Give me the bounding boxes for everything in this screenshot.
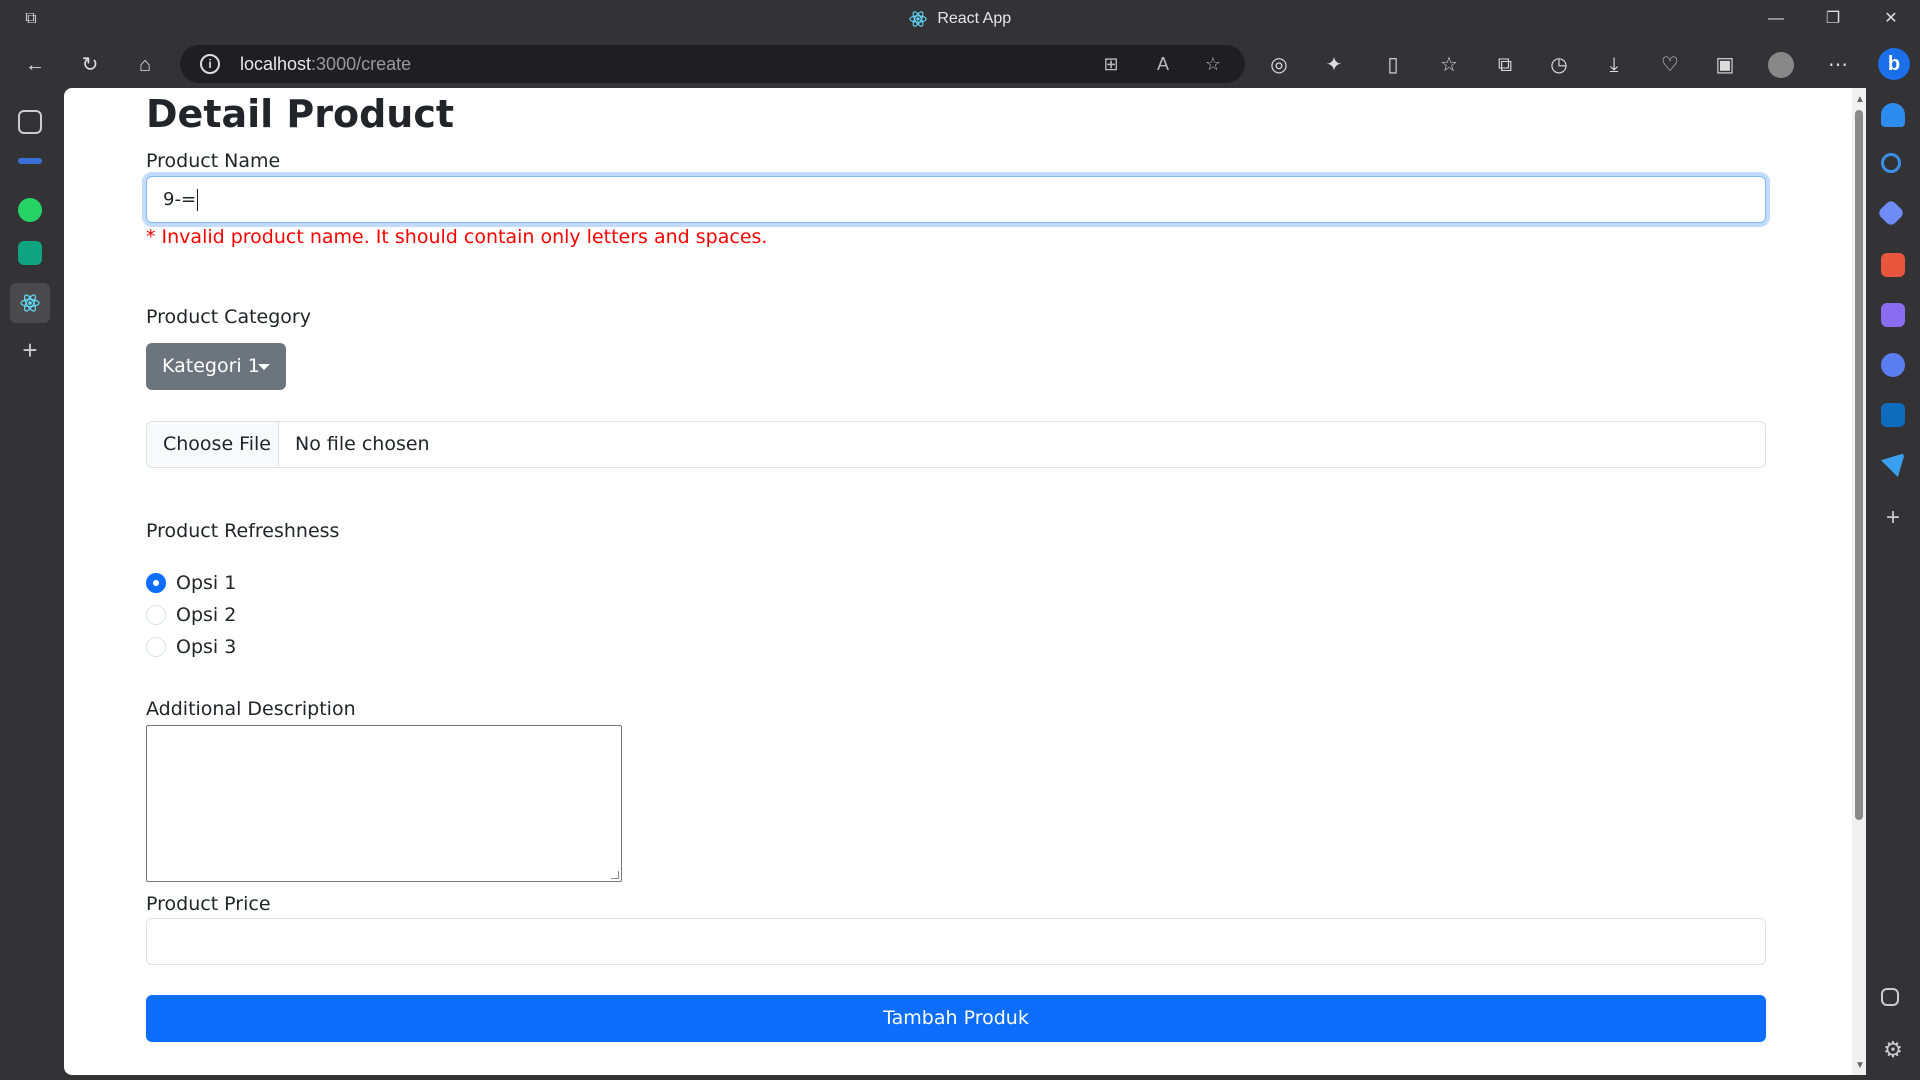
favorites-icon[interactable]: ☆ [1436,52,1462,78]
apps-icon[interactable]: ⊞ [1100,53,1122,75]
history-icon[interactable]: ◷ [1546,52,1572,78]
toolbox-icon[interactable] [1881,253,1905,277]
caret-down-icon [258,364,270,370]
tag-icon[interactable] [1876,198,1906,228]
product-name-error: * Invalid product name. It should contai… [146,226,768,248]
vertical-tabs: + [0,88,64,1080]
tab-actions-icon[interactable] [18,110,42,134]
new-tab-icon[interactable]: + [18,337,42,363]
home-icon[interactable]: ⌂ [132,52,158,78]
send-icon[interactable] [1881,453,1905,477]
scroll-up-icon[interactable]: ▲ [1855,94,1865,105]
address-bar[interactable]: i localhost:3000/create ⊞ A ☆ [180,45,1245,83]
back-icon[interactable]: ← [22,52,48,78]
settings-gear-icon[interactable]: ⚙ [1881,1038,1905,1062]
copilot-sidebar-icon[interactable] [1881,353,1905,377]
product-name-input[interactable]: 9-= [146,176,1766,223]
read-aloud-icon[interactable]: A [1152,53,1174,75]
edge-sidebar: + ⚙ [1866,88,1920,1080]
radio-button[interactable] [146,573,166,593]
radio-button[interactable] [146,605,166,625]
bell-icon[interactable] [1881,103,1905,127]
additional-description-textarea[interactable] [146,725,622,882]
collections-icon[interactable]: ⧉ [1492,52,1518,78]
product-price-input[interactable] [146,918,1766,965]
scrollbar-thumb[interactable] [1855,110,1863,820]
close-icon[interactable]: ✕ [1880,8,1902,30]
product-freshness-label: Product Refreshness [146,520,340,542]
file-status: No file chosen [295,433,430,455]
sidebar-toggle-icon[interactable] [1881,988,1899,1006]
restore-icon[interactable]: ❐ [1822,8,1844,30]
more-options-icon[interactable]: ⋯ [1825,52,1851,78]
split-screen-icon[interactable]: ▯ [1380,52,1406,78]
web-page: Detail Product Product Name 9-= * Invali… [64,88,1866,1075]
category-dropdown-button[interactable]: Kategori 1 [146,343,286,390]
scroll-down-icon[interactable]: ▼ [1855,1060,1865,1071]
downloads-icon[interactable]: ⤓ [1601,52,1627,78]
react-logo-icon [909,11,927,27]
performance-icon[interactable]: ♡ [1657,52,1683,78]
resize-grip-icon[interactable] [611,871,619,879]
file-input[interactable]: Choose File No file chosen [146,421,1766,468]
product-category-label: Product Category [146,306,311,328]
page-scrollbar[interactable]: ▲ ▼ [1852,88,1866,1075]
add-sidebar-icon[interactable]: + [1881,506,1905,530]
math-solver-icon[interactable]: ▣ [1712,52,1738,78]
product-name-label: Product Name [146,150,281,172]
page-title: Detail Product [146,92,455,136]
product-price-label: Product Price [146,893,271,915]
choose-file-button[interactable]: Choose File [147,422,279,467]
additional-description-label: Additional Description [146,698,356,720]
whatsapp-tab-icon[interactable] [18,198,42,222]
extensions-icon[interactable]: ✦ [1321,52,1347,78]
window-title: React App [0,10,1920,28]
radio-button[interactable] [146,637,166,657]
url-text[interactable]: localhost:3000/create [240,54,411,75]
react-logo-icon [20,294,40,312]
react-app-tab[interactable] [10,283,50,323]
title-bar: ⧉ React App — ❐ ✕ [0,0,1920,40]
minimize-icon[interactable]: — [1765,8,1787,30]
tracking-icon[interactable]: ◎ [1266,52,1292,78]
copilot-icon[interactable]: b [1878,48,1910,80]
tab-favicon-chart[interactable] [18,158,42,164]
games-icon[interactable] [1881,303,1905,327]
search-icon[interactable] [1881,153,1901,173]
profile-avatar[interactable] [1768,52,1794,78]
site-info-icon[interactable]: i [200,54,220,74]
chatgpt-tab-icon[interactable] [18,241,42,265]
reload-icon[interactable]: ↻ [77,52,103,78]
tambah-produk-button[interactable]: Tambah Produk [146,995,1766,1042]
outlook-icon[interactable] [1881,403,1905,427]
favorite-star-icon[interactable]: ☆ [1202,53,1224,75]
text-caret [197,189,199,211]
